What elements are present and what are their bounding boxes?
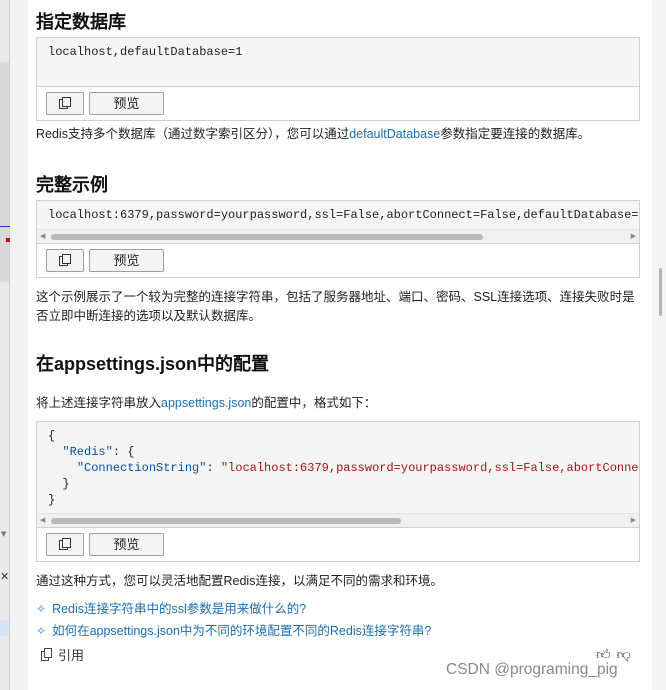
code-toolbar: 预览: [37, 86, 639, 120]
sparkle-icon: ✧: [36, 602, 47, 616]
paragraph-full-example: 这个示例展示了一个较为完整的连接字符串，包括了服务器地址、端口、密码、SSL连接…: [36, 290, 635, 323]
close-icon[interactable]: ✕: [0, 570, 9, 583]
code-text[interactable]: localhost,defaultDatabase=1: [37, 38, 639, 86]
scrollbar-thumb[interactable]: [51, 518, 401, 524]
suggested-question-1[interactable]: ✧ Redis连接字符串中的ssl参数是用来做什么的?: [36, 598, 306, 617]
copy-button[interactable]: [46, 533, 84, 556]
vertical-scrollbar-thumb[interactable]: [659, 268, 662, 316]
code-toolbar: 预览: [37, 243, 639, 277]
horizontal-scrollbar[interactable]: ◀ ▶: [37, 513, 639, 527]
answer-card: 指定数据库 localhost,defaultDatabase=1 预览 Red…: [28, 0, 652, 690]
cite-button[interactable]: 引用: [40, 645, 84, 664]
scroll-left-icon[interactable]: ◀: [40, 516, 45, 524]
copy-button[interactable]: [46, 249, 84, 272]
scroll-left-icon[interactable]: ◀: [40, 232, 45, 240]
code-block-appsettings: { "Redis": { "ConnectionString": "localh…: [36, 421, 640, 562]
suggested-question-2[interactable]: ✧ 如何在appsettings.json中为不同的环境配置不同的Redis连接字…: [36, 620, 431, 639]
section-title-database: 指定数据库: [36, 12, 126, 32]
watermark: CSDN @programing_pig: [446, 661, 618, 678]
thumb-down-icon[interactable]: 👎︎: [617, 647, 631, 663]
preview-button[interactable]: 预览: [89, 533, 164, 556]
left-pane-selected-item[interactable]: [0, 620, 9, 636]
scroll-right-icon[interactable]: ▶: [631, 232, 636, 240]
sparkle-icon: ✧: [36, 624, 47, 638]
left-pane-edge: ▼ ✕: [0, 0, 10, 690]
copy-button[interactable]: [46, 92, 84, 115]
section-title-full-example: 完整示例: [36, 175, 108, 195]
scroll-right-icon[interactable]: ▶: [631, 516, 636, 524]
left-pane-scroll-region: [0, 62, 9, 282]
link-appsettings-json[interactable]: appsettings.json: [161, 396, 251, 410]
preview-button[interactable]: 预览: [89, 92, 164, 115]
paragraph-appsettings-intro: 将上述连接字符串放入appsettings.json的配置中，格式如下：: [36, 396, 377, 410]
scrollbar-thumb[interactable]: [51, 234, 483, 240]
left-pane-indicator-line: [0, 226, 10, 227]
copy-icon: [40, 648, 54, 662]
paragraph-database: Redis支持多个数据库（通过数字索引区分），您可以通过defaultDatab…: [36, 127, 591, 141]
code-text[interactable]: localhost:6379,password=yourpassword,ssl…: [37, 201, 639, 229]
code-toolbar: 预览: [37, 527, 639, 561]
left-pane-marker: [6, 238, 10, 242]
paragraph-summary: 通过这种方式，您可以灵活地配置Redis连接，以满足不同的需求和环境。: [36, 574, 443, 588]
preview-button[interactable]: 预览: [89, 249, 164, 272]
code-block-database: localhost,defaultDatabase=1 预览: [36, 37, 640, 121]
section-title-appsettings: 在appsettings.json中的配置: [36, 354, 270, 374]
code-block-full-example: localhost:6379,password=yourpassword,ssl…: [36, 200, 640, 278]
code-json[interactable]: { "Redis": { "ConnectionString": "localh…: [37, 422, 639, 513]
chevron-down-icon[interactable]: ▼: [1, 530, 6, 538]
link-defaultDatabase[interactable]: defaultDatabase: [349, 127, 440, 141]
horizontal-scrollbar[interactable]: ◀ ▶: [37, 229, 639, 243]
vertical-scrollbar[interactable]: [652, 0, 666, 690]
